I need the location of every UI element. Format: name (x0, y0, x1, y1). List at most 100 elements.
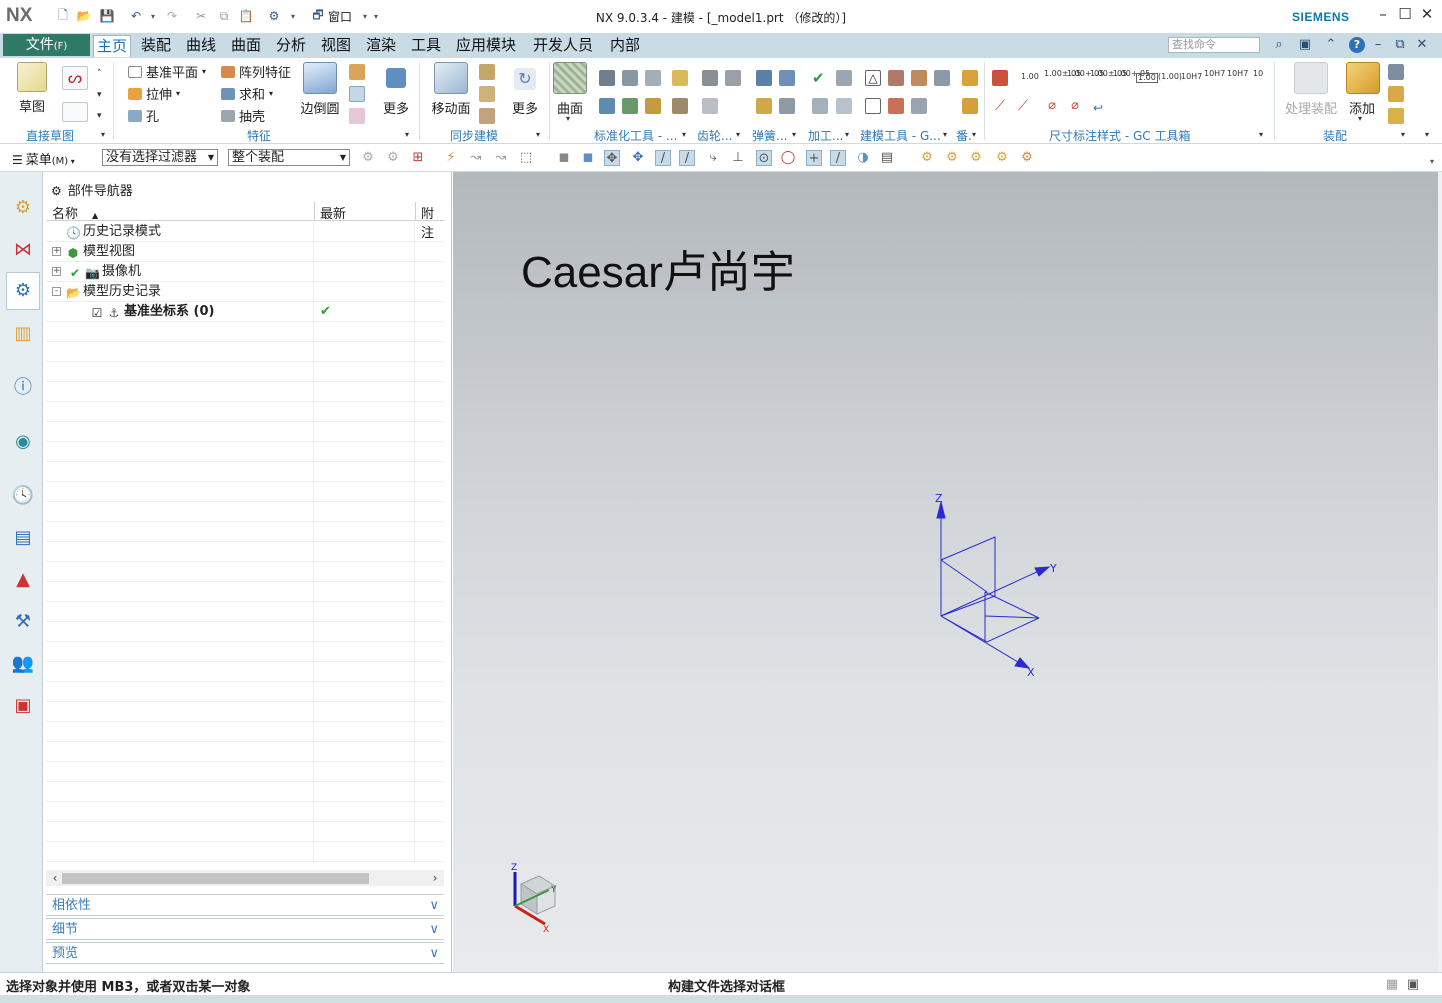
std-tool-7-icon[interactable] (645, 98, 661, 114)
snap-tool-2-icon[interactable]: ↝ (468, 150, 484, 166)
command-search-input[interactable]: 查找命令 (1168, 37, 1260, 53)
gear-tool-2-icon[interactable] (725, 70, 741, 86)
doc-minimize-icon[interactable]: – (1370, 37, 1386, 53)
column-name[interactable]: 名称 ▲ (52, 203, 98, 222)
control-point-icon[interactable]: ⤷ (705, 150, 721, 166)
diameter-2-icon[interactable]: ⌀ (1067, 98, 1083, 114)
gear-tool-1-icon[interactable] (702, 70, 718, 86)
tab-analysis[interactable]: 分析 (273, 35, 309, 57)
system-materials-icon[interactable]: ▣ (11, 694, 35, 718)
box-select-icon[interactable]: ⬚ (518, 150, 534, 166)
redo-icon[interactable]: ↷ (164, 8, 180, 24)
assembly-select-3-icon[interactable]: ⚙ (968, 150, 984, 166)
menu-button[interactable]: ☰ 菜单(M) ▾ (12, 149, 75, 168)
trim-body-icon[interactable] (349, 108, 365, 124)
dim-tool-1-icon[interactable] (992, 70, 1008, 86)
assembly-select-2-icon[interactable]: ⚙ (944, 150, 960, 166)
mid-point-icon[interactable]: / (679, 150, 695, 166)
bounded-grid-icon[interactable]: ▤ (879, 150, 895, 166)
intersection-icon[interactable]: ⊥ (730, 150, 746, 166)
close-button[interactable]: ✕ (1416, 2, 1438, 26)
window-menu[interactable]: 窗口 (328, 8, 352, 24)
dim-style-11[interactable]: 10 (1253, 70, 1263, 78)
tree-node[interactable]: 🕓 历史记录模式 (66, 222, 161, 241)
machining-tool-4-icon[interactable] (836, 98, 852, 114)
view-tool-1-icon[interactable]: ◼ (556, 150, 572, 166)
machining-tool-3-icon[interactable] (812, 98, 828, 114)
doc-close-icon[interactable]: ✕ (1414, 37, 1430, 53)
point-on-curve-icon[interactable]: / (830, 150, 846, 166)
assembly-tool-2-icon[interactable] (1388, 86, 1404, 102)
draft-icon[interactable] (349, 86, 365, 102)
ribbon-options-icon[interactable]: ▾ (1425, 131, 1429, 139)
snap-toggle-icon[interactable]: ✥ (630, 150, 646, 166)
group-direct-sketch-menu-icon[interactable]: ▾ (101, 131, 105, 139)
graphics-window[interactable]: Caesar卢尚宇 Z Y X Z Y X (453, 172, 1438, 972)
expand-gallery-icon[interactable]: ▾ (97, 112, 102, 121)
spring-tool-4-icon[interactable] (779, 98, 795, 114)
scroll-up-icon[interactable]: ˄ (97, 70, 102, 79)
collapse-ribbon-icon[interactable]: ⌃ (1323, 37, 1339, 53)
collapse-icon[interactable]: - (52, 287, 61, 296)
dim-tool-3-icon[interactable]: ⟋ (1015, 98, 1031, 114)
scroll-down-icon[interactable]: ▾ (97, 91, 102, 100)
expand-icon[interactable]: + (52, 267, 61, 276)
table-row[interactable]: + ✔ 📷 摄像机 (46, 262, 444, 282)
manufacturing-wizard-icon[interactable]: ▲ (11, 568, 35, 592)
group-sync-menu-icon[interactable]: ▾ (536, 131, 540, 139)
modeling-tool-3-icon[interactable] (911, 70, 927, 86)
modeling-tool-6-icon[interactable] (888, 98, 904, 114)
tree-node[interactable]: 📂 模型历史记录 (66, 282, 161, 301)
std-tool-3-icon[interactable] (645, 70, 661, 86)
triangle-tool-icon[interactable]: △ (865, 70, 881, 86)
gear-tool-3-icon[interactable] (702, 98, 718, 114)
process-studio-icon[interactable]: ▤ (11, 526, 35, 550)
tab-assembly[interactable]: 装配 (138, 35, 174, 57)
scroll-right-icon[interactable]: › (428, 870, 442, 886)
panel-details[interactable]: 细节 ∨ (46, 918, 444, 940)
assembly-tool-3-icon[interactable] (1388, 108, 1404, 124)
end-point-icon[interactable]: / (655, 150, 671, 166)
sketch-button[interactable]: 草图 (15, 62, 49, 115)
tab-tools[interactable]: 工具 (408, 35, 444, 57)
cut-icon[interactable]: ✂ (193, 8, 209, 24)
full-screen-icon[interactable]: ▣ (1405, 977, 1421, 993)
toolbar-options-icon[interactable]: ▾ (1424, 154, 1440, 170)
status-tool-1-icon[interactable]: ▦ (1384, 977, 1400, 993)
snap-point-icon[interactable]: ✥ (604, 150, 620, 166)
fit-window-icon[interactable]: ▣ (1297, 37, 1313, 53)
file-menu[interactable]: 文件(F) (3, 34, 90, 56)
system-scene-icon[interactable]: 👥 (11, 652, 35, 676)
chamfer-icon[interactable] (349, 64, 365, 80)
tree-node[interactable]: ✔ 📷 摄像机 (68, 262, 141, 281)
feature-more-button[interactable]: 更多 (381, 62, 411, 117)
web-browser-icon[interactable]: ◉ (11, 430, 35, 454)
replace-face-icon[interactable] (479, 108, 495, 124)
hd3d-tools-icon[interactable]: ⓘ (11, 376, 35, 400)
offset-region-icon[interactable] (479, 86, 495, 102)
assembly-select-1-icon[interactable]: ⚙ (919, 150, 935, 166)
dim-style-7[interactable]: (1.00) (1158, 73, 1182, 81)
tab-render[interactable]: 渲染 (363, 35, 399, 57)
add-dropdown-icon[interactable]: ▾ (1358, 115, 1362, 123)
assembly-select-4-icon[interactable]: ⚙ (994, 150, 1010, 166)
table-row[interactable]: 🕓 历史记录模式 (46, 222, 444, 242)
return-icon[interactable]: ↩ (1090, 100, 1106, 116)
panel-dependencies[interactable]: 相依性 ∨ (46, 894, 444, 916)
unite-button[interactable]: 求和 ▾ (221, 84, 273, 103)
check-tool-icon[interactable]: ✔ (812, 70, 828, 86)
doc-restore-icon[interactable]: ⧉ (1392, 37, 1408, 53)
snap-tool-1-icon[interactable]: ⚡ (443, 150, 459, 166)
spring-tool-3-icon[interactable] (756, 98, 772, 114)
existing-point-icon[interactable]: + (806, 150, 822, 166)
undo-icon[interactable]: ↶ (128, 8, 144, 24)
tab-curve[interactable]: 曲线 (183, 35, 219, 57)
process-assembly-button[interactable]: 处理装配 (1284, 62, 1338, 117)
surface-button[interactable]: 曲面 (553, 62, 587, 117)
constraint-navigator-icon[interactable]: ⋈ (11, 238, 35, 262)
snap-tool-3-icon[interactable]: ↝ (493, 150, 509, 166)
reuse-library-icon[interactable]: ▥ (11, 322, 35, 346)
tab-applications[interactable]: 应用模块 (453, 35, 519, 57)
arc-center-icon[interactable]: ⊙ (756, 150, 772, 166)
assembly-select-5-icon[interactable]: ⚙ (1019, 150, 1035, 166)
